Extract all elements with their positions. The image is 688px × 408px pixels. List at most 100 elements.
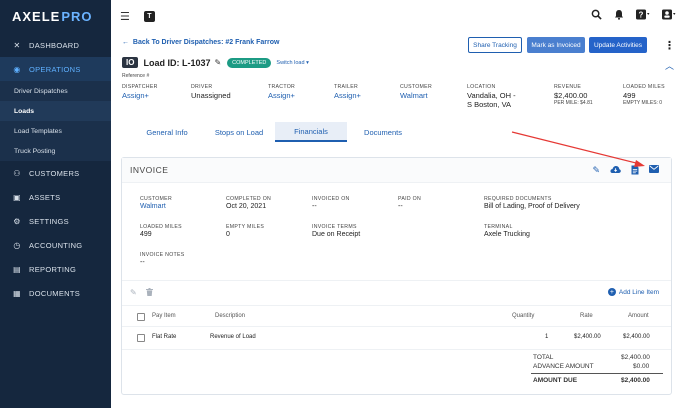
edit-pencil-icon[interactable]: ✎ bbox=[592, 165, 600, 177]
tab-general-info[interactable]: General Info bbox=[131, 122, 203, 142]
search-icon[interactable] bbox=[591, 9, 602, 23]
invoice-loaded-miles-value: 499 bbox=[140, 231, 152, 238]
sidebar-item-settings[interactable]: ⚙ SETTINGS bbox=[0, 209, 111, 233]
select-all-checkbox[interactable] bbox=[137, 313, 145, 321]
sidebar: AXELE PRO ✕ DASHBOARD ◉ OPERATIONS Driver… bbox=[0, 0, 111, 408]
tractor-value: Assign bbox=[268, 91, 291, 100]
sidebar-item-assets[interactable]: ▣ ASSETS bbox=[0, 185, 111, 209]
bell-icon[interactable] bbox=[614, 9, 624, 23]
tractor-label: TRACTOR bbox=[268, 84, 296, 90]
tab-documents[interactable]: Documents bbox=[347, 122, 419, 142]
terminal-field: TERMINAL Axele Trucking bbox=[484, 224, 530, 238]
amount-due-label: AMOUNT DUE bbox=[533, 377, 578, 384]
customer-link[interactable]: Walmart bbox=[400, 91, 432, 100]
dispatcher-assign-link[interactable]: Assign+ bbox=[122, 91, 158, 100]
loaded-miles-field: LOADED MILES 499 EMPTY MILES: 0 bbox=[623, 84, 665, 106]
empty-miles-sub: EMPTY MILES: 0 bbox=[623, 100, 663, 106]
row-checkbox[interactable] bbox=[137, 334, 145, 342]
location-destination: S Boston, VA bbox=[467, 100, 512, 109]
tab-financials[interactable]: Financials bbox=[275, 122, 347, 142]
completed-on-field: COMPLETED ON Oct 20, 2021 bbox=[226, 196, 271, 210]
more-options-icon[interactable]: ⋮ bbox=[664, 39, 675, 52]
top-actions: ? bbox=[591, 9, 676, 23]
logo-suffix: PRO bbox=[61, 9, 93, 24]
invoice-terms-value: Due on Receipt bbox=[312, 231, 361, 238]
sidebar-item-operations[interactable]: ◉ OPERATIONS bbox=[0, 57, 111, 81]
invoice-actions: ✎ bbox=[592, 165, 659, 177]
reference-label: Reference # bbox=[122, 73, 150, 79]
dispatcher-field: DISPATCHER Assign+ bbox=[122, 84, 158, 100]
sidebar-item-documents[interactable]: ▦ DOCUMENTS bbox=[0, 281, 111, 305]
collapse-chevron-up-icon[interactable]: ︿ bbox=[665, 59, 674, 72]
invoice-notes-label: INVOICE NOTES bbox=[140, 252, 185, 258]
add-line-item-label: Add Line Item bbox=[618, 288, 659, 296]
invoiced-on-value: -- bbox=[312, 203, 317, 210]
invoice-terms-label: INVOICE TERMS bbox=[312, 224, 357, 230]
paid-on-field: PAID ON -- bbox=[398, 196, 421, 210]
sidebar-subitem-loads[interactable]: Loads bbox=[0, 101, 111, 121]
switch-load-label: Switch load bbox=[276, 59, 305, 66]
mark-as-invoiced-button[interactable]: Mark as Invoiced bbox=[527, 37, 585, 53]
load-title-row: IO Load ID: L-1037 ✎ COMPLETED Switch lo… bbox=[122, 57, 309, 68]
help-icon[interactable]: ? bbox=[636, 9, 650, 23]
row-quantity: 1 bbox=[545, 334, 549, 340]
driver-field: DRIVER Unassigned bbox=[191, 84, 231, 100]
app-switcher-icon[interactable]: T bbox=[143, 11, 155, 22]
back-link-label: Back To Driver Dispatches: #2 Frank Farr… bbox=[132, 39, 280, 46]
sidebar-item-label: DOCUMENTS bbox=[29, 288, 81, 298]
loaded-miles-value: 499 bbox=[623, 91, 636, 100]
advance-amount-value: $0.00 bbox=[633, 363, 650, 370]
switch-load-dropdown[interactable]: Switch load ▾ bbox=[276, 60, 308, 66]
column-header-description: Description bbox=[215, 313, 246, 319]
add-line-item-button[interactable]: + Add Line Item bbox=[607, 288, 659, 296]
location-field: LOCATION Vandalia, OH - S Boston, VA bbox=[467, 84, 516, 109]
invoice-title: INVOICE bbox=[130, 165, 169, 175]
tab-bar: General Info Stops on Load Financials Do… bbox=[131, 122, 419, 142]
update-activities-button[interactable]: Update Activities bbox=[589, 37, 647, 53]
revenue-per-mile: PER MILE: $4.81 bbox=[554, 100, 593, 106]
truck-icon: ▣ bbox=[13, 192, 21, 202]
trash-icon[interactable] bbox=[145, 288, 153, 298]
edit-pencil-icon[interactable]: ✎ bbox=[214, 58, 221, 67]
sidebar-subitem-driver-dispatches[interactable]: Driver Dispatches bbox=[0, 81, 111, 101]
invoice-terms-field: INVOICE TERMS Due on Receipt bbox=[312, 224, 360, 238]
trailer-assign-link[interactable]: Assign+ bbox=[334, 91, 361, 100]
app-logo[interactable]: AXELE PRO bbox=[0, 0, 111, 33]
cloud-download-icon[interactable] bbox=[610, 165, 621, 177]
total-label: TOTAL bbox=[533, 354, 554, 361]
sidebar-item-accounting[interactable]: ◷ ACCOUNTING bbox=[0, 233, 111, 257]
tab-stops-on-load[interactable]: Stops on Load bbox=[203, 122, 275, 142]
row-pay-item: Flat Rate bbox=[152, 334, 177, 340]
user-account-icon[interactable] bbox=[662, 9, 676, 23]
sidebar-item-label: ASSETS bbox=[29, 192, 61, 202]
hamburger-menu-icon[interactable]: ☰ bbox=[120, 10, 130, 23]
sidebar-item-dashboard[interactable]: ✕ DASHBOARD bbox=[0, 33, 111, 57]
invoice-customer-link[interactable]: Walmart bbox=[140, 203, 172, 210]
divider bbox=[122, 305, 671, 306]
edit-pencil-icon[interactable]: ✎ bbox=[130, 288, 137, 298]
top-bar: ☰ T ? bbox=[111, 0, 688, 33]
driver-value: Unassigned bbox=[191, 91, 231, 100]
share-tracking-button[interactable]: Share Tracking bbox=[468, 37, 522, 53]
plus-icon: + bbox=[290, 91, 295, 100]
email-icon[interactable] bbox=[649, 165, 659, 177]
invoice-card: INVOICE ✎ CUSTOMER Walmart COMPLETED ON … bbox=[121, 157, 672, 395]
trailer-label: TRAILER bbox=[334, 84, 359, 90]
divider bbox=[122, 349, 671, 350]
x-icon: ✕ bbox=[13, 40, 21, 50]
back-link[interactable]: ← Back To Driver Dispatches: #2 Frank Fa… bbox=[122, 39, 279, 46]
row-amount: $2,400.00 bbox=[623, 334, 650, 340]
tractor-assign-link[interactable]: Assign+ bbox=[268, 91, 295, 100]
invoice-document-icon[interactable] bbox=[631, 165, 639, 177]
invoice-empty-miles-label: EMPTY MILES bbox=[226, 224, 265, 230]
invoice-header: INVOICE bbox=[122, 158, 671, 183]
invoice-empty-miles-value: 0 bbox=[226, 231, 230, 238]
sidebar-subitem-truck-posting[interactable]: Truck Posting bbox=[0, 141, 111, 161]
sidebar-item-customers[interactable]: ⚇ CUSTOMERS bbox=[0, 161, 111, 185]
sidebar-item-reporting[interactable]: ▤ REPORTING bbox=[0, 257, 111, 281]
sidebar-subitem-load-templates[interactable]: Load Templates bbox=[0, 121, 111, 141]
invoice-customer-field: CUSTOMER Walmart bbox=[140, 196, 172, 210]
invoice-empty-miles-field: EMPTY MILES 0 bbox=[226, 224, 264, 238]
report-icon: ▤ bbox=[13, 264, 21, 274]
sidebar-item-label: SETTINGS bbox=[29, 216, 69, 226]
